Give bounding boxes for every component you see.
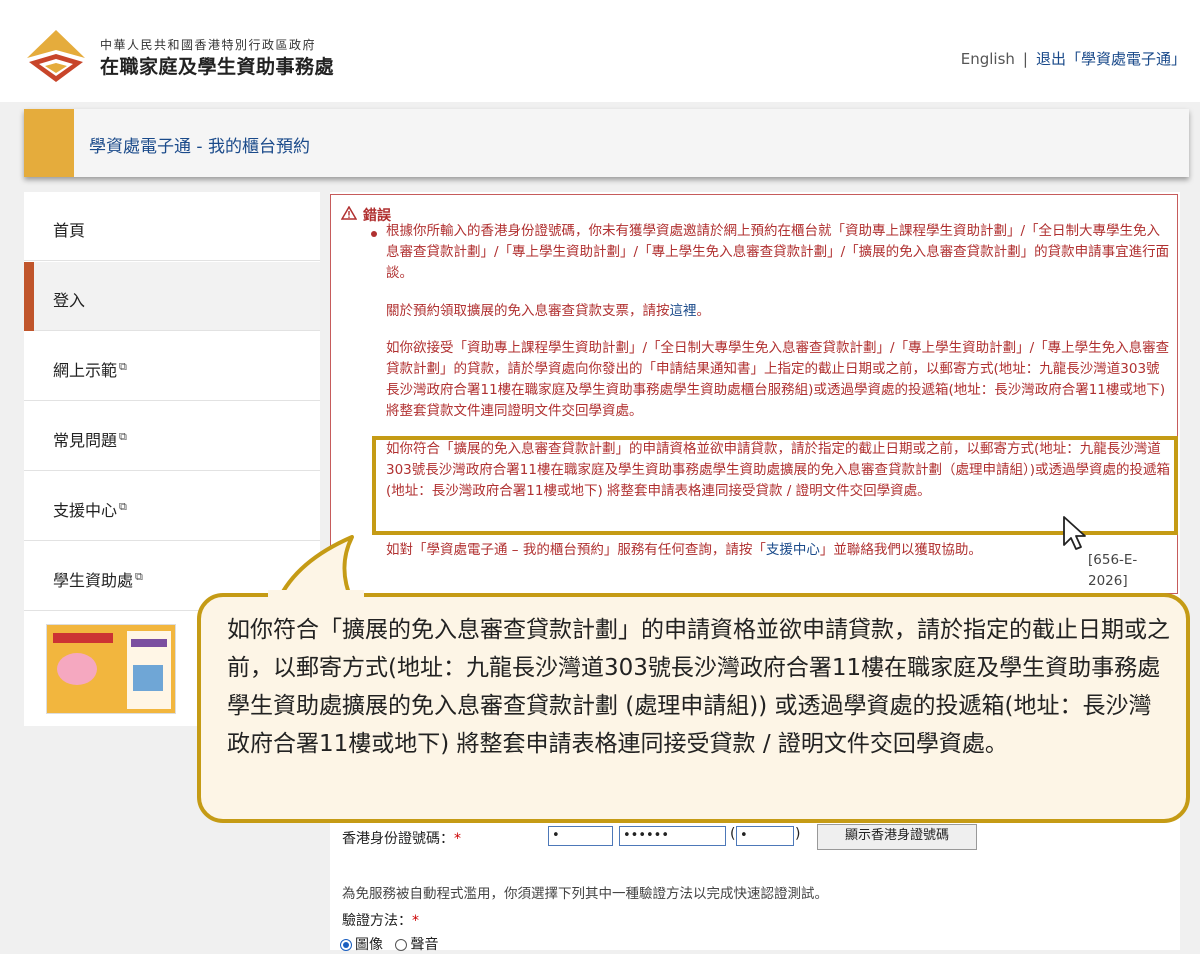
external-link-icon: ⧉ [119, 359, 127, 373]
callout-bubble: 如你符合「擴展的免入息審查貸款計劃」的申請資格並欲申請貸款，請於指定的截止日期或… [197, 593, 1190, 823]
sidebar-item-label: 登入 [53, 291, 86, 310]
callout-tail-cover [268, 590, 364, 602]
text-span: 。 [696, 303, 711, 319]
mouse-cursor-icon [1063, 516, 1086, 550]
show-hkid-button[interactable]: 顯示香港身證號碼 [817, 824, 977, 850]
external-link-icon: ⧉ [119, 429, 127, 443]
banner-leaflet-header [131, 639, 167, 647]
required-marker: * [454, 831, 461, 847]
promo-banner[interactable] [46, 624, 176, 714]
verify-method-options: 圖像 聲音 [340, 934, 438, 954]
piggy-bank-icon [57, 653, 97, 685]
verify-method-label: 驗證方法：* [342, 910, 419, 930]
banner-leaflet-image [133, 665, 163, 691]
sidebar-item-label: 學生資助處 [53, 571, 134, 590]
error-paragraph-2: 關於預約領取擴展的免入息審查貸款支票，請按這裡。 [386, 301, 1171, 322]
sidebar-item-label: 支援中心 [53, 501, 118, 520]
active-indicator [24, 262, 34, 331]
label-text: 驗證方法： [342, 913, 412, 929]
bullet-icon [371, 231, 377, 237]
header-links: English | 退出「學資處電子通」 [961, 48, 1186, 69]
error-heading: 錯誤 [341, 205, 391, 225]
radio-audio-option[interactable]: 聲音 [395, 937, 438, 953]
error-paragraph-1: 根據你所輸入的香港身份證號碼，你未有獲學資處邀請於網上預約在櫃台就「資助專上課程… [386, 223, 1170, 281]
text-span: 」並聯絡我們以獲取協助。 [819, 542, 982, 558]
title-accent [24, 109, 74, 177]
external-link-icon: ⧉ [135, 569, 143, 583]
english-link[interactable]: English [961, 50, 1015, 68]
radio-image-option[interactable]: 圖像 [340, 937, 383, 953]
sidebar-item-label: 首頁 [53, 221, 86, 240]
paren-close: ) [795, 826, 801, 842]
warning-icon [341, 206, 357, 220]
highlight-frame [372, 436, 1178, 535]
error-paragraph-3: 如你欲接受「資助專上課程學生資助計劃」/「全日制大專學生免入息審查貸款計劃」/「… [386, 340, 1170, 419]
site-header: 中華人民共和國香港特別行政區政府 在職家庭及學生資助事務處 English | 退出… [0, 0, 1200, 102]
page-title-bar: 學資處電子通 - 我的櫃台預約 [24, 109, 1189, 177]
support-center-link[interactable]: 支援中心 [766, 542, 820, 558]
org-name-line2: 在職家庭及學生資助事務處 [100, 56, 335, 78]
text-span: 關於預約領取擴展的免入息審查貸款支票，請按 [386, 303, 670, 319]
sfo-logo-icon [27, 30, 85, 82]
sidebar-item-label: 常見問題 [53, 431, 118, 450]
hkid-label: 香港身份證號碼：* [342, 828, 461, 848]
label-text: 香港身份證號碼： [342, 831, 454, 847]
sidebar-item-login[interactable]: 登入 [24, 262, 320, 331]
banner-heading-shape [53, 633, 113, 643]
radio-selected-icon[interactable] [340, 939, 352, 951]
here-link[interactable]: 這裡 [670, 303, 697, 319]
external-link-icon: ⧉ [119, 499, 127, 513]
error-paragraph-5: 如對「學資處電子通 – 我的櫃台預約」服務有任何查詢，請按「支援中心」並聯絡我們… [386, 540, 1086, 561]
sidebar-item-demo[interactable]: 網上示範 ⧉ [24, 332, 320, 401]
callout-text: 如你符合「擴展的免入息審查貸款計劃」的申請資格並欲申請貸款，請於指定的截止日期或… [227, 617, 1170, 757]
sidebar-item-support[interactable]: 支援中心 ⧉ [24, 472, 320, 541]
hkid-prefix-input[interactable]: • [548, 826, 613, 846]
option-label: 圖像 [355, 937, 383, 953]
org-name-line1: 中華人民共和國香港特別行政區政府 [100, 38, 317, 52]
option-label: 聲音 [410, 937, 439, 953]
hkid-check-digit-input[interactable]: • [736, 826, 794, 846]
main-content: 錯誤 根據你所輸入的香港身份證號碼，你未有獲學資處邀請於網上預約在櫃台就「資助專… [330, 192, 1180, 953]
sidebar-item-home[interactable]: 首頁 [24, 192, 320, 261]
page-title: 學資處電子通 - 我的櫃台預約 [89, 137, 310, 157]
error-code: [656-E-2026] [1088, 552, 1138, 589]
logout-link[interactable]: 退出「學資處電子通」 [1036, 50, 1186, 68]
header-separator: | [1022, 50, 1028, 68]
required-marker: * [412, 913, 419, 929]
text-span: 如對「學資處電子通 – 我的櫃台預約」服務有任何查詢，請按「 [386, 542, 766, 558]
captcha-note: 為免服務被自動程式濫用，你須選擇下列其中一種驗證方法以完成快速認證測試。 [342, 886, 828, 902]
radio-unselected-icon[interactable] [395, 939, 408, 951]
sidebar-item-faq[interactable]: 常見問題 ⧉ [24, 402, 320, 471]
hkid-digits-input[interactable]: •••••• [619, 826, 726, 846]
sidebar-item-label: 網上示範 [53, 361, 118, 380]
paren-open: ( [730, 826, 736, 842]
